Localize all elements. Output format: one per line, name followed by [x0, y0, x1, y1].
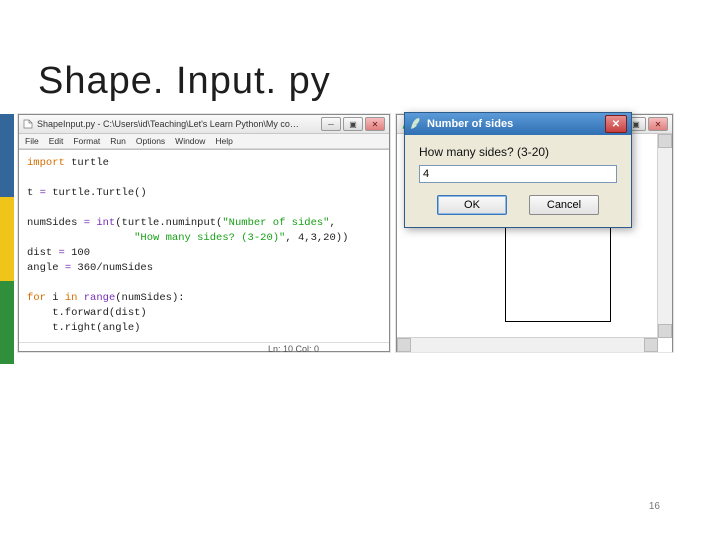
editor-menubar: File Edit Format Run Options Window Help — [19, 134, 389, 149]
vertical-scrollbar[interactable] — [657, 134, 672, 338]
menu-run[interactable]: Run — [110, 136, 126, 146]
menu-window[interactable]: Window — [175, 136, 205, 146]
menu-edit[interactable]: Edit — [49, 136, 64, 146]
editor-statusbar: Ln: 10 Col: 0 — [19, 342, 389, 358]
code-area[interactable]: import turtle t = turtle.Turtle() numSid… — [19, 150, 389, 342]
menu-help[interactable]: Help — [215, 136, 232, 146]
minimize-button[interactable]: ─ — [321, 117, 341, 131]
close-button[interactable]: ✕ — [648, 117, 668, 131]
dialog-prompt: How many sides? (3-20) — [419, 145, 617, 159]
horizontal-scrollbar[interactable] — [397, 337, 658, 352]
page-number: 16 — [649, 501, 660, 512]
python-file-icon — [23, 119, 33, 129]
page-title: Shape. Input. py — [38, 60, 331, 103]
maximize-button[interactable]: ▣ — [343, 117, 363, 131]
dialog-titlebar[interactable]: Number of sides ✕ — [405, 113, 631, 135]
editor-title: ShapeInput.py - C:\Users\id\Teaching\Let… — [37, 119, 317, 129]
dialog-close-button[interactable]: ✕ — [605, 115, 627, 133]
drawn-square — [505, 216, 611, 322]
python-feather-icon — [409, 117, 421, 131]
menu-options[interactable]: Options — [136, 136, 165, 146]
cancel-button[interactable]: Cancel — [529, 195, 599, 215]
menu-file[interactable]: File — [25, 136, 39, 146]
slide-accent-bar — [0, 114, 14, 364]
ok-button[interactable]: OK — [437, 195, 507, 215]
editor-window: ShapeInput.py - C:\Users\id\Teaching\Let… — [18, 114, 390, 352]
dialog-title: Number of sides — [427, 118, 599, 130]
close-button[interactable]: ✕ — [365, 117, 385, 131]
editor-titlebar[interactable]: ShapeInput.py - C:\Users\id\Teaching\Let… — [19, 115, 389, 134]
numinput-dialog: Number of sides ✕ How many sides? (3-20)… — [404, 112, 632, 228]
menu-format[interactable]: Format — [73, 136, 100, 146]
dialog-input[interactable] — [419, 165, 617, 183]
